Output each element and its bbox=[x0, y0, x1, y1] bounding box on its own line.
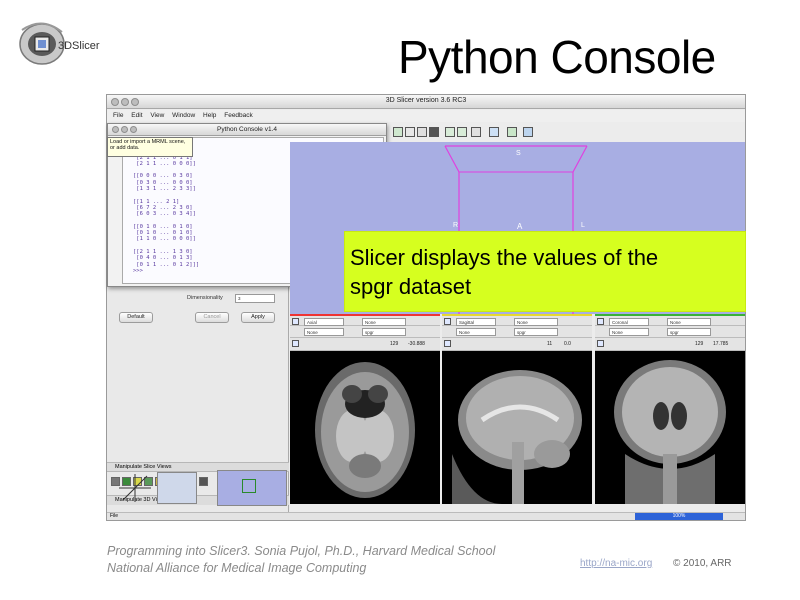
coronal-slice-number: 129 bbox=[695, 341, 704, 347]
axial-slice-value[interactable]: -30.888 bbox=[408, 340, 425, 348]
sagittal-slice-view[interactable]: Sagittal None None spgr 11 0.0 bbox=[442, 314, 592, 504]
toolbar-icon-3[interactable] bbox=[417, 127, 427, 137]
axial-orientation-select[interactable]: Axial bbox=[304, 318, 344, 326]
progress-bar: 100% bbox=[635, 513, 723, 520]
axis-label-a: A bbox=[517, 222, 523, 231]
coronal-controls-slider: 129 17.785 bbox=[595, 338, 745, 351]
sagittal-pin-icon[interactable] bbox=[444, 318, 451, 325]
sagittal-controls-top: Sagittal None bbox=[442, 314, 592, 326]
sagittal-bg-select[interactable]: spgr bbox=[514, 328, 558, 336]
3d-view-thumbnail[interactable] bbox=[217, 470, 287, 506]
footer-copyright: © 2010, ARR bbox=[673, 558, 732, 569]
sagittal-slice-number: 11 bbox=[547, 341, 553, 347]
axis-label-r: R bbox=[453, 222, 459, 229]
axis-label-s: S bbox=[516, 150, 521, 157]
menu-edit[interactable]: Edit bbox=[131, 112, 142, 119]
axial-slice-number: 129 bbox=[390, 341, 399, 347]
logo-text: 3DSlicer bbox=[58, 40, 100, 52]
menu-view[interactable]: View bbox=[150, 112, 164, 119]
axial-slice-view[interactable]: Axial None None spgr 129 -30.888 bbox=[290, 314, 440, 504]
callout-line-1: Slicer displays the values of the bbox=[350, 245, 659, 270]
load-tooltip: Load or import a MRML scene, or add data… bbox=[107, 137, 193, 157]
coronal-link-icon[interactable] bbox=[597, 340, 604, 347]
footer-link[interactable]: http://na-mic.org bbox=[580, 558, 652, 569]
layout-icon[interactable] bbox=[471, 127, 481, 137]
axial-pin-icon[interactable] bbox=[292, 318, 299, 325]
slice-views: Axial None None spgr 129 -30.888 Sagitta… bbox=[290, 314, 745, 504]
footer-organization: National Alliance for Medical Image Comp… bbox=[107, 561, 367, 575]
axes-icon[interactable] bbox=[115, 470, 155, 506]
pick-icon[interactable] bbox=[507, 127, 517, 137]
mouse-mode-icon[interactable] bbox=[489, 127, 499, 137]
dimensionality-select[interactable]: 3 bbox=[235, 294, 275, 303]
menu-bar: File Edit View Window Help Feedback bbox=[107, 110, 745, 122]
sagittal-fg-select[interactable]: None bbox=[456, 328, 496, 336]
console-output-text: [[0 0 0 ... 0 2 2] [2 0 0 ... 0 0 0] [2 … bbox=[133, 142, 200, 268]
default-button[interactable]: Default bbox=[119, 312, 153, 323]
axial-bg-select[interactable]: spgr bbox=[362, 328, 406, 336]
coronal-slice-value[interactable]: 17.785 bbox=[713, 340, 728, 348]
sagittal-controls-slider: 11 0.0 bbox=[442, 338, 592, 351]
sagittal-label-select[interactable]: None bbox=[514, 318, 558, 326]
redo-icon[interactable] bbox=[457, 127, 467, 137]
view-icon[interactable] bbox=[523, 127, 533, 137]
axial-controls-slider: 129 -30.888 bbox=[290, 338, 440, 351]
menu-feedback[interactable]: Feedback bbox=[224, 112, 253, 119]
menu-help[interactable]: Help bbox=[203, 112, 216, 119]
coronal-brain-image bbox=[614, 360, 726, 504]
coronal-orientation-select[interactable]: Coronal bbox=[609, 318, 649, 326]
callout-box: Slicer displays the values of the spgr d… bbox=[344, 231, 746, 312]
callout-line-2: spgr dataset bbox=[350, 274, 472, 299]
sagittal-orientation-select[interactable]: Sagittal bbox=[456, 318, 496, 326]
sagittal-brain-image bbox=[452, 370, 582, 504]
toolbar-icon-2[interactable] bbox=[405, 127, 415, 137]
sagittal-slice-value[interactable]: 0.0 bbox=[564, 340, 571, 348]
axial-controls-mid: None spgr bbox=[290, 326, 440, 338]
apply-button[interactable]: Apply bbox=[241, 312, 275, 323]
progress-label: 100% bbox=[672, 513, 686, 519]
cancel-button[interactable]: Cancel bbox=[195, 312, 229, 323]
coronal-controls-top: Coronal None bbox=[595, 314, 745, 326]
console-titlebar: Python Console v1.4 bbox=[108, 124, 386, 136]
menu-window[interactable]: Window bbox=[172, 112, 195, 119]
coronal-label-select[interactable]: None bbox=[667, 318, 711, 326]
main-toolbar bbox=[389, 125, 745, 139]
axial-brain-image bbox=[315, 362, 415, 498]
3d-nav-buttons[interactable] bbox=[157, 472, 197, 504]
axial-link-icon[interactable] bbox=[292, 340, 299, 347]
coronal-slice-view[interactable]: Coronal None None spgr 129 17.785 bbox=[595, 314, 745, 504]
slide-title: Python Console bbox=[398, 31, 716, 83]
sagittal-controls-mid: None spgr bbox=[442, 326, 592, 338]
3d-nav-widgets bbox=[113, 470, 289, 508]
window-title: 3D Slicer version 3.6 RC3 bbox=[385, 97, 467, 104]
axis-label-l: L bbox=[581, 222, 585, 229]
menu-file[interactable]: File bbox=[113, 112, 123, 119]
coronal-controls-mid: None spgr bbox=[595, 326, 745, 338]
coronal-pin-icon[interactable] bbox=[597, 318, 604, 325]
toolbar-icon-4[interactable] bbox=[429, 127, 439, 137]
footer-credit: Programming into Slicer3. Sonia Pujol, P… bbox=[107, 544, 496, 558]
undo-icon[interactable] bbox=[445, 127, 455, 137]
sagittal-link-icon[interactable] bbox=[444, 340, 451, 347]
console-prompt: >>> bbox=[133, 267, 143, 274]
axial-controls-top: Axial None bbox=[290, 314, 440, 326]
toolbar-icon-1[interactable] bbox=[393, 127, 403, 137]
coronal-fg-select[interactable]: None bbox=[609, 328, 649, 336]
status-text: File bbox=[110, 513, 119, 519]
window-titlebar: 3D Slicer version 3.6 RC3 bbox=[107, 95, 745, 109]
axial-fg-select[interactable]: None bbox=[304, 328, 344, 336]
coronal-bg-select[interactable]: spgr bbox=[667, 328, 711, 336]
console-title: Python Console v1.4 bbox=[217, 126, 277, 133]
axial-label-select[interactable]: None bbox=[362, 318, 406, 326]
dimensionality-label: Dimensionality bbox=[187, 295, 223, 301]
